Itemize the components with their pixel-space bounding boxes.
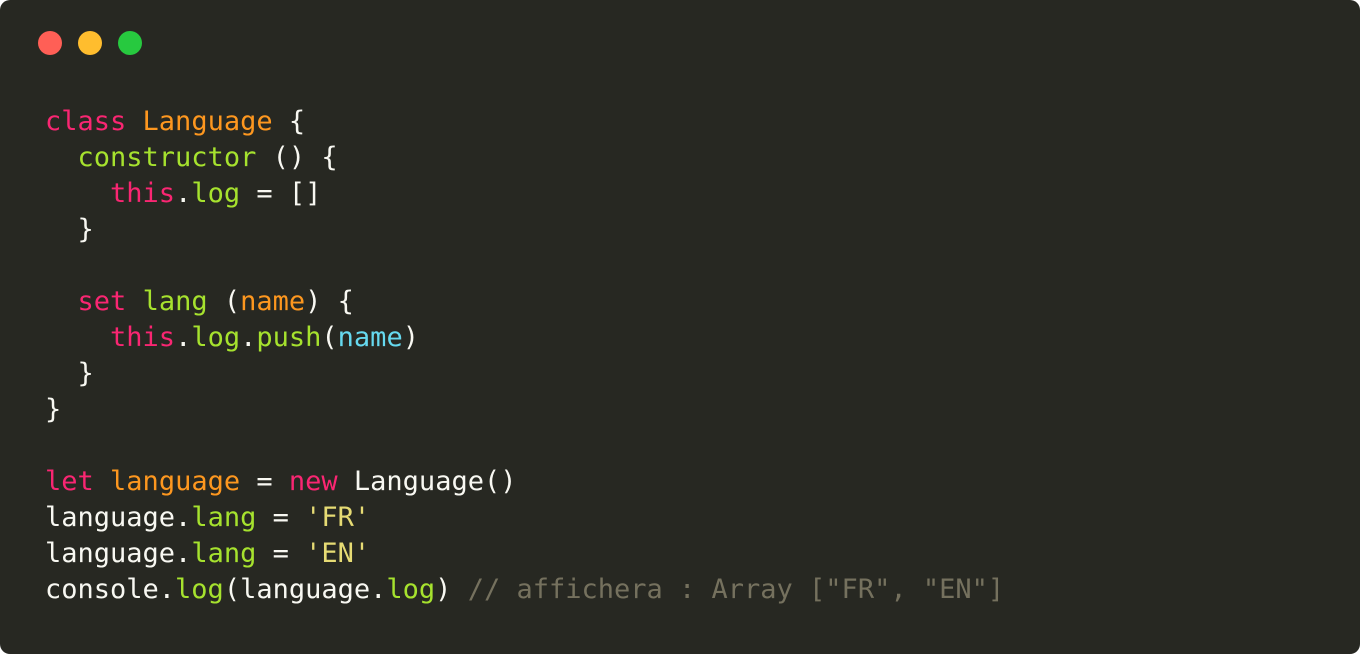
code-token-func: log — [175, 574, 224, 605]
code-token-plain: ) — [435, 574, 468, 605]
code-token-func: constructor — [77, 142, 257, 173]
code-token-func: log — [191, 322, 241, 353]
code-token-keyword: this — [110, 322, 176, 353]
window-controls — [38, 31, 142, 55]
code-token-plain: Language() — [337, 466, 517, 497]
code-token-plain: = — [240, 466, 289, 497]
code-token-plain: } — [45, 214, 94, 245]
code-token-class: Language — [142, 106, 273, 137]
code-window: class Language { constructor () { this.l… — [0, 0, 1360, 654]
code-token-func: log — [191, 178, 241, 209]
code-line: this.log.push(name) — [45, 320, 1004, 356]
code-line: } — [45, 356, 1004, 392]
maximize-dot-icon[interactable] — [118, 31, 142, 55]
code-token-plain: console. — [45, 574, 176, 605]
code-token-plain: . — [175, 322, 192, 353]
code-line: class Language { — [45, 104, 1004, 140]
code-token-plain: . — [175, 178, 192, 209]
code-block: class Language { constructor () { this.l… — [45, 104, 1004, 608]
code-token-plain: . — [240, 322, 257, 353]
code-token-plain: = [] — [240, 178, 322, 209]
code-token-keyword: class — [45, 106, 127, 137]
code-token-plain: language. — [45, 538, 192, 569]
code-token-func: lang — [142, 286, 208, 317]
code-line: this.log = [] — [45, 176, 1004, 212]
code-token-param: name — [240, 286, 306, 317]
code-token-arg: name — [337, 322, 403, 353]
code-token-plain: } — [45, 394, 62, 425]
code-line: let language = new Language() — [45, 464, 1004, 500]
code-token-plain: = — [256, 502, 306, 533]
code-token-plain: () { — [256, 142, 338, 173]
minimize-dot-icon[interactable] — [78, 31, 102, 55]
code-token-func: log — [386, 574, 436, 605]
code-line: set lang (name) { — [45, 284, 1004, 320]
close-dot-icon[interactable] — [38, 31, 62, 55]
code-line: } — [45, 212, 1004, 248]
code-token-keyword: this — [110, 178, 176, 209]
code-token-plain: = — [256, 538, 306, 569]
code-token-func: lang — [191, 538, 257, 569]
code-token-keyword: new — [288, 466, 338, 497]
code-token-func: lang — [191, 502, 257, 533]
code-line: console.log(language.log) // affichera :… — [45, 572, 1004, 608]
code-token-plain: ) — [402, 322, 419, 353]
code-token-string: 'FR' — [305, 502, 371, 533]
code-token-plain: ) { — [305, 286, 354, 317]
code-line: constructor () { — [45, 140, 1004, 176]
code-token-func: push — [256, 322, 322, 353]
code-token-plain: language. — [45, 502, 192, 533]
code-line: language.lang = 'FR' — [45, 500, 1004, 536]
code-token-keyword: set — [77, 286, 127, 317]
code-token-string: 'EN' — [305, 538, 371, 569]
code-token-plain: ( — [207, 286, 241, 317]
code-token-var: language — [110, 466, 241, 497]
code-token-plain: { — [272, 106, 306, 137]
code-token-comment: // affichera : Array ["FR", "EN"] — [467, 574, 1005, 605]
code-line: language.lang = 'EN' — [45, 536, 1004, 572]
code-token-plain: (language. — [223, 574, 387, 605]
code-token-plain: ( — [321, 322, 338, 353]
code-line: } — [45, 392, 1004, 428]
code-token-plain: } — [45, 358, 94, 389]
code-token-keyword: let — [45, 466, 94, 497]
